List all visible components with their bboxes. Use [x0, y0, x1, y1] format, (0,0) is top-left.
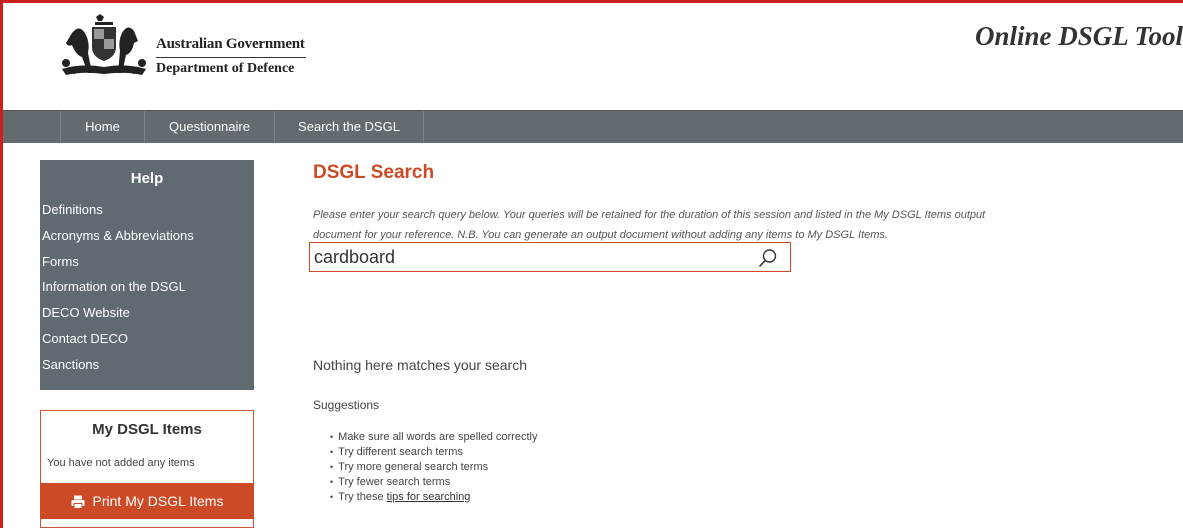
- suggestions-list: Make sure all words are spelled correctl…: [330, 430, 537, 505]
- suggestion-item: Make sure all words are spelled correctl…: [330, 430, 537, 445]
- coat-of-arms-icon: [62, 14, 146, 75]
- search-input[interactable]: [314, 246, 744, 268]
- search-instructions: Please enter your search query below. Yo…: [313, 205, 1153, 245]
- instructions-line-1: Please enter your search query below. Yo…: [313, 209, 986, 221]
- search-box: [309, 242, 791, 272]
- department-name: Department of Defence: [156, 61, 295, 76]
- help-link-definitions[interactable]: Definitions: [42, 202, 194, 228]
- suggestion-item: Try fewer search terms: [330, 475, 537, 490]
- help-link-information[interactable]: Information on the DSGL: [42, 279, 194, 305]
- nav-questionnaire[interactable]: Questionnaire: [144, 111, 274, 143]
- suggestion-tips-prefix: Try these: [338, 491, 387, 503]
- help-link-acronyms[interactable]: Acronyms & Abbreviations: [42, 228, 194, 254]
- header-divider: [156, 57, 306, 58]
- help-panel: Help Definitions Acronyms & Abbreviation…: [40, 160, 254, 390]
- main-nav: Home Questionnaire Search the DSGL: [3, 110, 1183, 143]
- help-link-deco-website[interactable]: DECO Website: [42, 305, 194, 331]
- help-title: Help: [130, 170, 164, 187]
- help-link-sanctions[interactable]: Sanctions: [42, 357, 194, 383]
- printer-icon: [71, 495, 85, 510]
- site-header: Australian Government Department of Defe…: [3, 3, 1183, 110]
- nav-search-dsgl[interactable]: Search the DSGL: [274, 111, 424, 143]
- nav-home[interactable]: Home: [60, 111, 144, 143]
- my-items-note: You have not added any items: [47, 457, 195, 469]
- page-title: DSGL Search: [313, 162, 435, 183]
- print-items-label: Print My DSGL Items: [92, 493, 224, 509]
- app-title: Online DSGL Tool: [974, 21, 1183, 51]
- suggestion-item-tips: Try these tips for searching: [330, 490, 537, 505]
- tips-for-searching-link[interactable]: tips for searching: [387, 491, 471, 503]
- suggestion-item: Try more general search terms: [330, 460, 537, 475]
- help-link-contact-deco[interactable]: Contact DECO: [42, 331, 194, 357]
- suggestion-item: Try different search terms: [330, 445, 537, 460]
- help-list: Definitions Acronyms & Abbreviations For…: [42, 202, 194, 383]
- print-items-button[interactable]: Print My DSGL Items: [40, 483, 254, 519]
- my-items-panel: My DSGL Items You have not added any ite…: [40, 410, 254, 528]
- my-items-title: My DSGL Items: [92, 421, 202, 438]
- no-results-message: Nothing here matches your search: [313, 357, 527, 373]
- suggestions-title: Suggestions: [313, 398, 380, 412]
- help-link-forms[interactable]: Forms: [42, 254, 194, 280]
- search-icon[interactable]: [758, 248, 778, 268]
- government-name: Australian Government: [156, 36, 305, 52]
